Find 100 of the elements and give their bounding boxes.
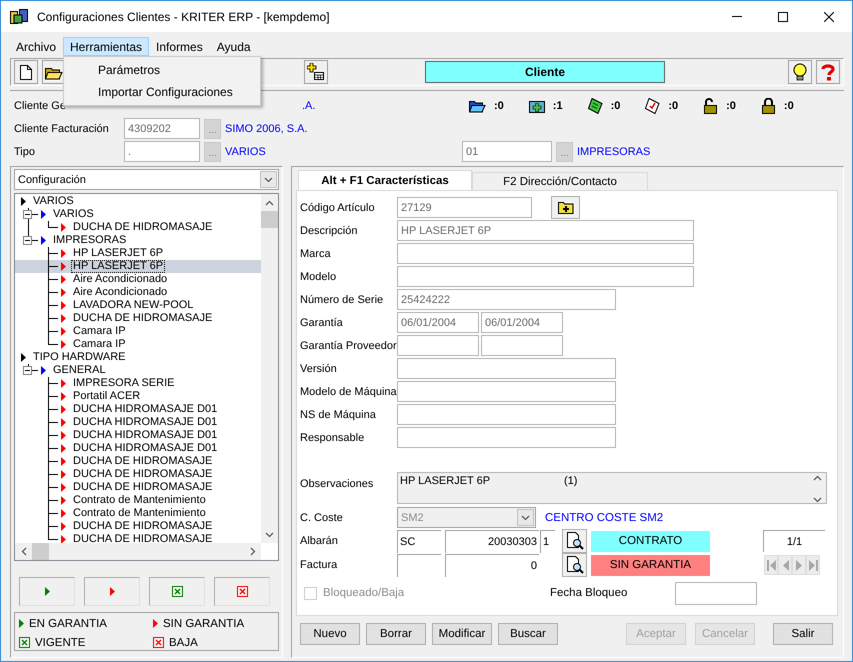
left.3-button[interactable]: Buscar [498,623,558,645]
add-button[interactable] [551,196,580,219]
checked-note-icon [645,98,660,114]
input-field[interactable]: . [124,141,200,162]
open-padlock-icon [703,98,718,114]
date-field[interactable] [675,582,757,604]
input-field[interactable] [397,266,694,287]
input-field[interactable]: 01 [462,141,552,162]
field-label: Albarán [300,535,339,547]
tree-item[interactable]: DUCHA DE HIDROMASAJE [15,533,261,543]
menu-item[interactable]: Archivo [9,37,64,56]
filter-button[interactable] [149,577,205,606]
menu-item[interactable]: Informes [149,37,210,56]
tree-item[interactable]: Contrato de Mantenimiento [15,494,261,507]
tab[interactable]: Alt + F1 Características [298,170,472,190]
vertical-scrollbar[interactable] [261,194,278,543]
tree-item[interactable]: DUCHA HIDROMASAJE D01 [15,403,261,416]
input-field[interactable] [397,554,441,576]
collapse-icon[interactable] [23,366,32,375]
field-label: Fecha Bloqueo [550,587,628,599]
input-field[interactable]: 25424222 [397,289,616,310]
tree-item[interactable]: TIPO HARDWARE [15,351,261,364]
tree-item[interactable]: DUCHA HIDROMASAJE D01 [15,442,261,455]
horizontal-scrollbar[interactable] [15,543,261,560]
collapse-icon[interactable] [23,210,32,219]
tree-item[interactable]: HP LASERJET 6P [15,260,261,273]
tree-item[interactable]: DUCHA DE HIDROMASAJE [15,481,261,494]
toolbar-button[interactable] [304,60,328,84]
type-name: IMPRESORAS [577,146,650,158]
input-field[interactable] [397,427,616,448]
add-table-icon [307,63,325,81]
tree-item[interactable]: HP LASERJET 6P [15,247,261,260]
tree-item[interactable]: DUCHA DE HIDROMASAJE [15,312,261,325]
tree-item[interactable]: Portatil ACER [15,390,261,403]
right.0-button[interactable]: Salir [773,623,833,645]
left.2-button[interactable]: Modificar [432,623,492,645]
tree-item[interactable]: VARIOS [15,208,261,221]
legend-label: BAJA [169,636,198,648]
filter-button[interactable] [84,577,140,606]
field-label: Garantía Proveedor [300,340,395,352]
input-field[interactable]: 4309202 [124,118,200,139]
input-field[interactable]: 06/01/2004 [481,312,563,333]
triangle-icon [41,366,46,375]
tree-item[interactable]: LAVADORA NEW-POOL [15,299,261,312]
tree-item[interactable]: DUCHA DE HIDROMASAJE [15,455,261,468]
tree-item[interactable]: Contrato de Mantenimiento [15,507,261,520]
input-field[interactable] [397,404,616,425]
view-dropdown[interactable]: Configuración [14,169,279,190]
input-field[interactable]: 20030303 [445,530,539,552]
toolbar-button[interactable] [788,60,812,84]
tab[interactable]: F2 Dirección/Contacto [472,172,648,190]
tree-item[interactable]: DUCHA DE HIDROMASAJE [15,520,261,533]
filter-button[interactable] [19,577,75,606]
input-field[interactable]: 27129 [397,197,532,218]
field-label: Código Artículo [300,202,376,214]
tree-item[interactable]: DUCHA HIDROMASAJE D01 [15,429,261,442]
left.1-button[interactable]: Borrar [366,623,426,645]
tree-item[interactable]: DUCHA DE HIDROMASAJE [15,468,261,481]
input-field[interactable]: SC [397,530,441,552]
maximize-icon [778,12,788,22]
tree-item[interactable]: Camara IP [15,325,261,338]
lookup-button[interactable] [562,529,587,553]
lookup-button[interactable] [562,553,587,577]
tree-item[interactable]: Camara IP [15,338,261,351]
document-search-icon [566,556,584,574]
chevron-left-icon [20,547,26,556]
toolbar-button[interactable] [14,60,38,84]
tree-item[interactable]: VARIOS [15,195,261,208]
menu-item[interactable]: Herramientas [63,37,150,56]
filter-button[interactable] [214,577,270,606]
client-name: SIMO 2006, S.A. [225,122,308,134]
left.0-button[interactable]: Nuevo [300,623,360,645]
tree-item[interactable]: DUCHA DE HIDROMASAJE [15,221,261,234]
tree-item[interactable]: IMPRESORA SERIE [15,377,261,390]
menu-option[interactable]: Importar Configuraciones [64,81,260,103]
input-field[interactable] [481,335,563,356]
collapse-icon[interactable] [23,236,32,245]
input-field[interactable] [397,243,694,264]
scrollbar-thumb[interactable] [32,543,49,560]
notepad-icon [588,98,603,114]
input-field[interactable]: 0 [445,554,539,576]
input-field[interactable]: 1 [540,530,555,552]
folder-plus-icon [528,98,545,112]
tree-item[interactable]: Aire Acondicionado [15,273,261,286]
tree-item[interactable]: DUCHA HIDROMASAJE D01 [15,416,261,429]
input-field[interactable] [397,335,479,356]
count-text: :0 [726,100,736,112]
menu-item[interactable]: Ayuda [210,37,258,56]
app-icon [10,8,28,24]
scrollbar-thumb[interactable] [261,211,278,228]
input-field[interactable] [397,381,616,402]
notes-field[interactable]: HP LASERJET 6P (1) [397,472,827,504]
input-field[interactable] [397,358,616,379]
input-field[interactable]: 06/01/2004 [397,312,479,333]
input-field[interactable]: HP LASERJET 6P [397,220,694,241]
tree-item[interactable]: GENERAL [15,364,261,377]
tree-item[interactable]: Aire Acondicionado [15,286,261,299]
tree-item[interactable]: IMPRESORAS [15,234,261,247]
count-text: :0 [784,100,794,112]
menu-option[interactable]: Parámetros [64,59,260,81]
